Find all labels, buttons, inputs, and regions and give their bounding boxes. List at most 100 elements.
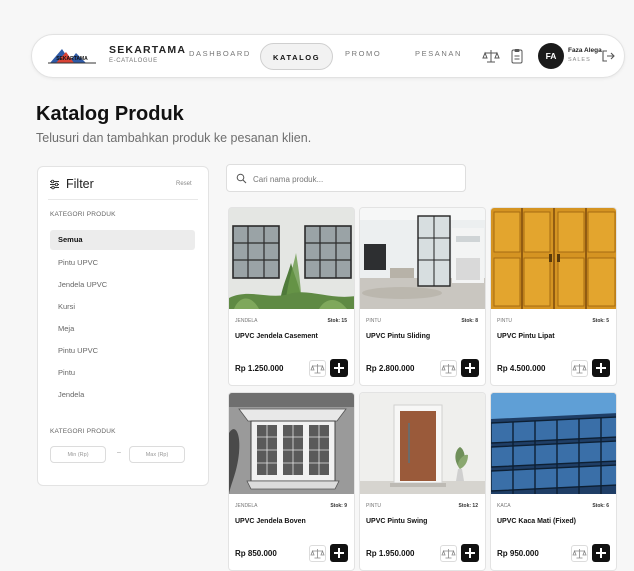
compare-icon <box>572 549 587 559</box>
price-separator: – <box>117 449 121 456</box>
nav-pesanan[interactable]: PESANAN <box>415 49 462 58</box>
product-card[interactable]: PINTU Stok: 12 UPVC Pintu Swing Rp 1.950… <box>359 392 486 571</box>
product-name: UPVC Pintu Swing <box>366 518 428 525</box>
product-name: UPVC Pintu Lipat <box>497 333 555 340</box>
search-bar <box>226 164 466 192</box>
compare-icon <box>310 549 325 559</box>
compare-icon[interactable] <box>482 47 500 65</box>
product-image[interactable] <box>491 208 616 309</box>
product-stock: Stok: 6 <box>592 503 609 509</box>
product-category: PINTU <box>497 318 512 324</box>
product-category: PINTU <box>366 318 381 324</box>
plus-icon <box>465 363 475 373</box>
add-to-order-button[interactable] <box>461 359 479 377</box>
compare-icon <box>441 549 456 559</box>
product-price: Rp 1.950.000 <box>366 549 415 558</box>
add-to-order-button[interactable] <box>330 544 348 562</box>
product-name: UPVC Kaca Mati (Fixed) <box>497 518 576 525</box>
product-stock: Stok: 12 <box>458 503 478 509</box>
plus-icon <box>334 363 344 373</box>
user-role: SALES <box>568 57 591 63</box>
add-to-order-button[interactable] <box>592 359 610 377</box>
add-to-order-button[interactable] <box>330 359 348 377</box>
product-stock: Stok: 15 <box>327 318 347 324</box>
max-price-input[interactable]: Max (Rp) <box>129 446 185 463</box>
product-price: Rp 950.000 <box>497 549 539 558</box>
add-to-order-button[interactable] <box>461 544 479 562</box>
product-name: UPVC Jendela Casement <box>235 333 318 340</box>
nav-katalog[interactable]: KATALOG <box>260 43 334 70</box>
compare-button[interactable] <box>571 545 588 562</box>
top-navbar: SEKARTAMA SEKARTAMA E-CATALOGUE DASHBOAR… <box>31 34 625 78</box>
compare-button[interactable] <box>440 545 457 562</box>
category-item-meja[interactable]: Meja <box>50 319 195 339</box>
category-item-jendela-upvc[interactable]: Jendela UPVC <box>50 275 195 295</box>
brand-subtitle: E-CATALOGUE <box>109 58 158 64</box>
product-card[interactable]: KACA Stok: 6 UPVC Kaca Mati (Fixed) Rp 9… <box>490 392 617 571</box>
product-name: UPVC Jendela Boven <box>235 518 306 525</box>
filter-reset-button[interactable]: Reset <box>176 181 192 187</box>
add-to-order-button[interactable] <box>592 544 610 562</box>
plus-icon <box>334 548 344 558</box>
compare-button[interactable] <box>309 360 326 377</box>
category-item-kursi[interactable]: Kursi <box>50 297 195 317</box>
product-image[interactable] <box>229 208 354 309</box>
product-image[interactable] <box>360 393 485 494</box>
compare-button[interactable] <box>309 545 326 562</box>
product-card[interactable]: PINTU Stok: 5 UPVC Pintu Lipat Rp 4.500.… <box>490 207 617 386</box>
product-price: Rp 2.800.000 <box>366 364 415 373</box>
compare-icon <box>572 364 587 374</box>
category-item-pintu-upvc[interactable]: Pintu UPVC <box>50 253 195 273</box>
category-item-jendela[interactable]: Jendela <box>50 385 195 405</box>
category-item-pintu[interactable]: Pintu <box>50 363 195 383</box>
category-item-pintu-upvc-2[interactable]: Pintu UPVC <box>50 341 195 361</box>
product-image[interactable] <box>360 208 485 309</box>
product-category: KACA <box>497 503 511 509</box>
divider <box>48 199 198 200</box>
product-price: Rp 850.000 <box>235 549 277 558</box>
clipboard-icon[interactable] <box>508 47 526 65</box>
search-icon <box>236 173 247 184</box>
product-stock: Stok: 9 <box>330 503 347 509</box>
product-stock: Stok: 5 <box>592 318 609 324</box>
category-item-semua[interactable]: Semua <box>50 230 195 250</box>
product-price: Rp 4.500.000 <box>497 364 546 373</box>
compare-button[interactable] <box>440 360 457 377</box>
plus-icon <box>596 548 606 558</box>
avatar[interactable]: FA <box>538 43 564 69</box>
user-name: Faza Alega <box>568 47 602 54</box>
product-card[interactable]: JENDELA Stok: 15 UPVC Jendela Casement R… <box>228 207 355 386</box>
price-label: KATEGORI PRODUK <box>50 428 116 435</box>
page-subtitle: Telusuri dan tambahkan produk ke pesanan… <box>36 131 312 145</box>
filter-title: Filter <box>66 177 94 191</box>
filter-panel: Filter Reset KATEGORI PRODUK Semua Pintu… <box>37 166 209 486</box>
product-card[interactable]: JENDELA Stok: 9 UPVC Jendela Boven Rp 85… <box>228 392 355 571</box>
filter-icon <box>50 179 59 190</box>
product-price: Rp 1.250.000 <box>235 364 284 373</box>
page-title: Katalog Produk <box>36 103 184 125</box>
compare-icon <box>310 364 325 374</box>
compare-icon <box>441 364 456 374</box>
nav-dashboard[interactable]: DASHBOARD <box>189 49 251 58</box>
plus-icon <box>465 548 475 558</box>
product-category: JENDELA <box>235 318 258 324</box>
plus-icon <box>596 363 606 373</box>
category-label: KATEGORI PRODUK <box>50 211 116 218</box>
page: SEKARTAMA SEKARTAMA E-CATALOGUE DASHBOAR… <box>0 0 634 571</box>
product-image[interactable] <box>491 393 616 494</box>
product-image[interactable] <box>229 393 354 494</box>
search-input[interactable] <box>253 172 453 186</box>
brand: SEKARTAMA E-CATALOGUE <box>109 44 186 64</box>
logo-text: SEKARTAMA <box>56 56 88 62</box>
min-price-input[interactable]: Min (Rp) <box>50 446 106 463</box>
logout-icon[interactable] <box>600 48 616 64</box>
product-name: UPVC Pintu Sliding <box>366 333 431 340</box>
brand-logo[interactable]: SEKARTAMA <box>46 45 98 69</box>
brand-name: SEKARTAMA <box>109 44 187 56</box>
product-stock: Stok: 8 <box>461 318 478 324</box>
compare-button[interactable] <box>571 360 588 377</box>
product-category: JENDELA <box>235 503 258 509</box>
product-category: PINTU <box>366 503 381 509</box>
product-card[interactable]: PINTU Stok: 8 UPVC Pintu Sliding Rp 2.80… <box>359 207 486 386</box>
nav-promo[interactable]: PROMO <box>345 49 381 58</box>
